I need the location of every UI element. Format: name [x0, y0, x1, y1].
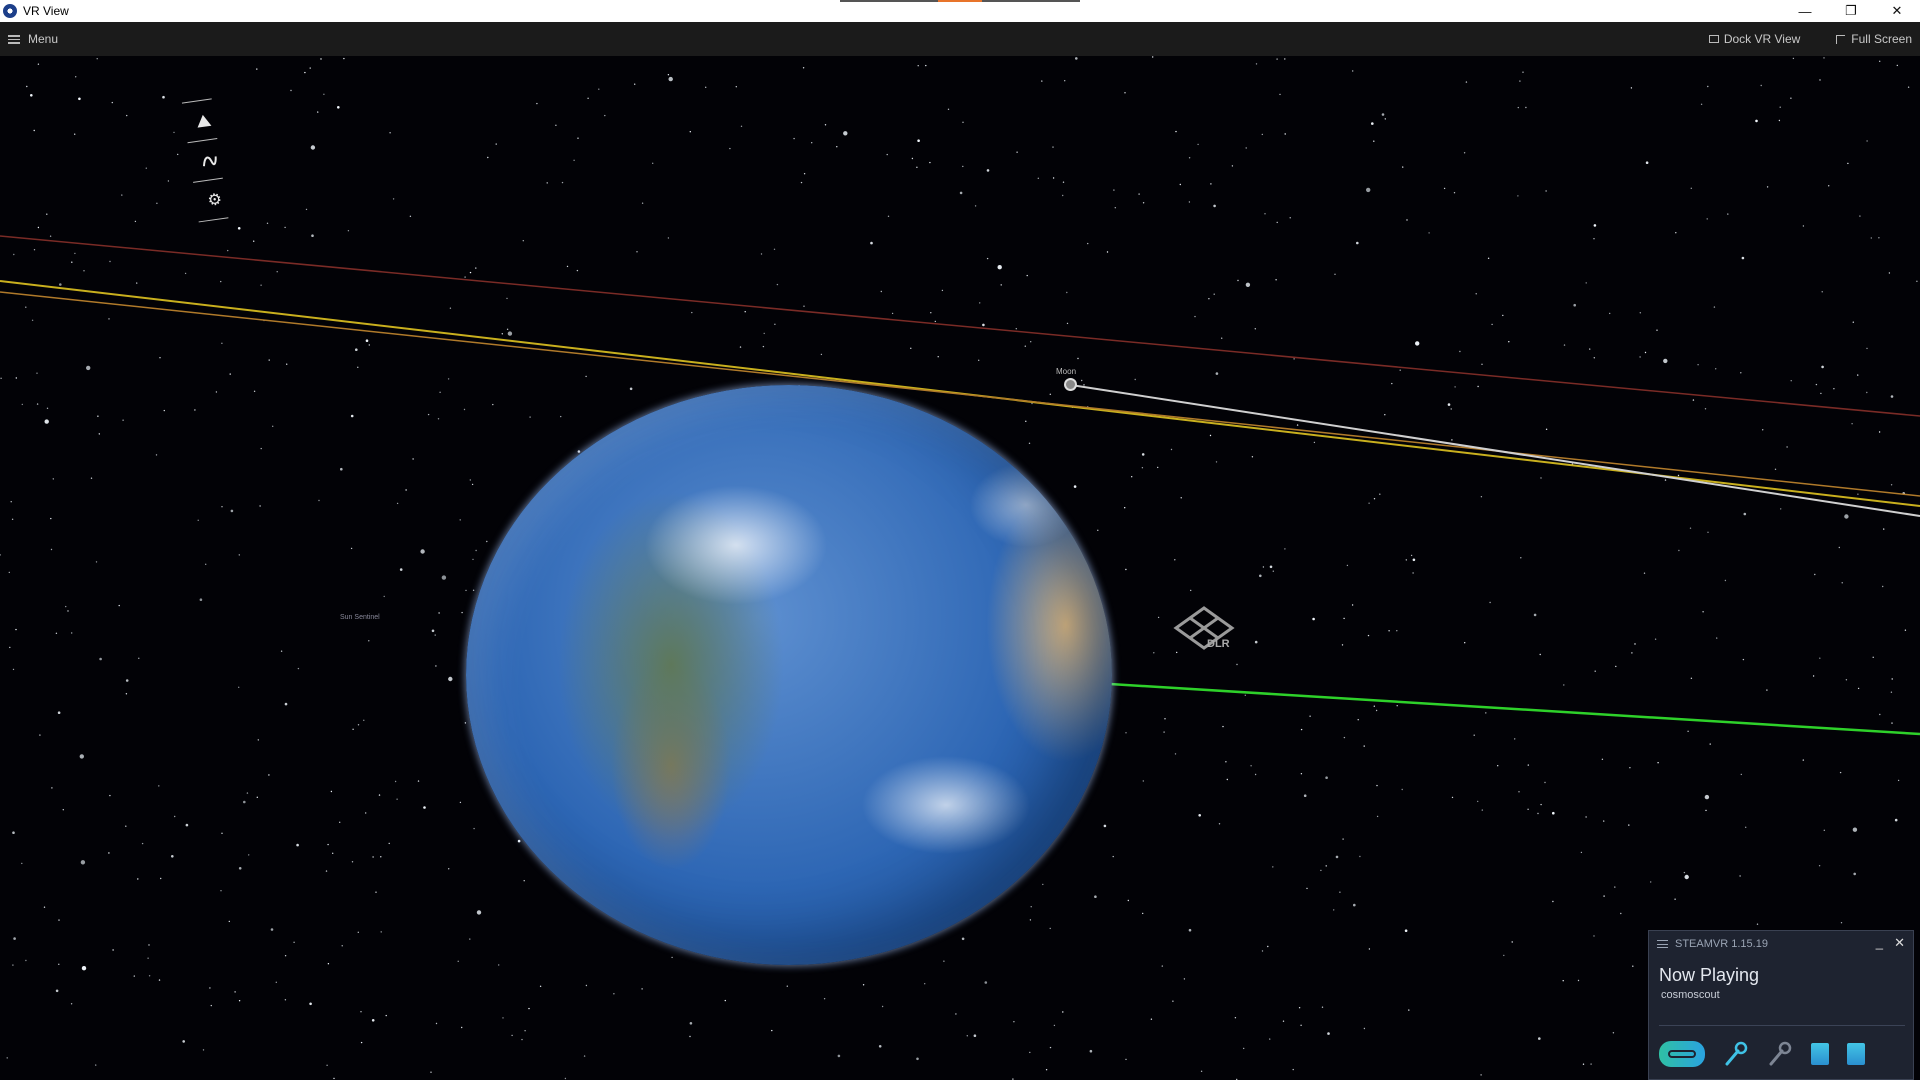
window-controls: — ❐ ✕	[1782, 0, 1920, 22]
steamvr-title: STEAMVR 1.15.19	[1675, 938, 1768, 950]
dock-icon	[1708, 35, 1719, 43]
minimize-button[interactable]: —	[1782, 0, 1828, 22]
menu-button[interactable]: Menu	[8, 32, 58, 46]
steamvr-menu-icon[interactable]	[1657, 940, 1668, 948]
moon-label: Moon	[1056, 367, 1077, 376]
menu-label: Menu	[28, 32, 59, 46]
route-icon[interactable]	[195, 146, 224, 175]
app-toolbar: Menu Dock VR View Full Screen	[0, 22, 1920, 56]
title-bar[interactable]: VR View — ❐ ✕	[0, 0, 1920, 22]
moon-marker[interactable]	[1064, 378, 1077, 391]
steamvr-minimize-button[interactable]: _	[1876, 935, 1883, 950]
steamvr-app-icon	[3, 4, 17, 18]
tool-divider	[187, 138, 218, 144]
controller-inactive-icon[interactable]	[1767, 1041, 1793, 1067]
fullscreen-icon	[1836, 34, 1846, 44]
base-station-icon[interactable]	[1847, 1043, 1865, 1065]
toolbar-actions: Dock VR View Full Screen	[1708, 22, 1912, 56]
steamvr-divider	[1659, 1025, 1905, 1026]
full-screen-button[interactable]: Full Screen	[1836, 32, 1912, 46]
gear-icon[interactable]: ⚙	[200, 185, 229, 214]
tool-divider	[193, 177, 223, 183]
controller-icon[interactable]	[1723, 1041, 1749, 1067]
window-title: VR View	[23, 4, 69, 18]
steamvr-header[interactable]: STEAMVR 1.15.19 _ ✕	[1649, 931, 1913, 957]
vr-scene-viewport[interactable]: Moon Sun Sentinel DLR ⚙	[0, 56, 1920, 1080]
restore-button[interactable]: ❐	[1828, 0, 1874, 22]
dlr-logo-text: DLR	[1207, 638, 1230, 650]
sun-label: Sun Sentinel	[340, 614, 380, 621]
orbit-line-green	[1109, 682, 1920, 736]
steamvr-close-button[interactable]: ✕	[1894, 935, 1905, 951]
now-playing-app: cosmoscout	[1661, 989, 1720, 1001]
drag-handle-accent	[938, 0, 982, 2]
dock-vr-view-button[interactable]: Dock VR View	[1708, 32, 1801, 46]
fullscreen-label: Full Screen	[1851, 32, 1912, 46]
vr-view-window: VR View — ❐ ✕ Menu Dock VR View Full Scr…	[0, 0, 1920, 1080]
earth-globe[interactable]	[466, 385, 1112, 965]
triangle-icon[interactable]	[189, 106, 218, 135]
orbit-line-red	[0, 235, 1920, 417]
tool-divider	[198, 217, 229, 223]
headset-icon[interactable]	[1659, 1041, 1705, 1067]
hamburger-icon	[8, 34, 20, 44]
dock-label: Dock VR View	[1723, 32, 1801, 46]
steamvr-status-panel: STEAMVR 1.15.19 _ ✕ Now Playing cosmosco…	[1648, 930, 1914, 1080]
device-status-icons	[1659, 1037, 1905, 1071]
close-button[interactable]: ✕	[1874, 0, 1920, 22]
base-station-icon[interactable]	[1811, 1043, 1829, 1065]
now-playing-label: Now Playing	[1659, 965, 1760, 985]
